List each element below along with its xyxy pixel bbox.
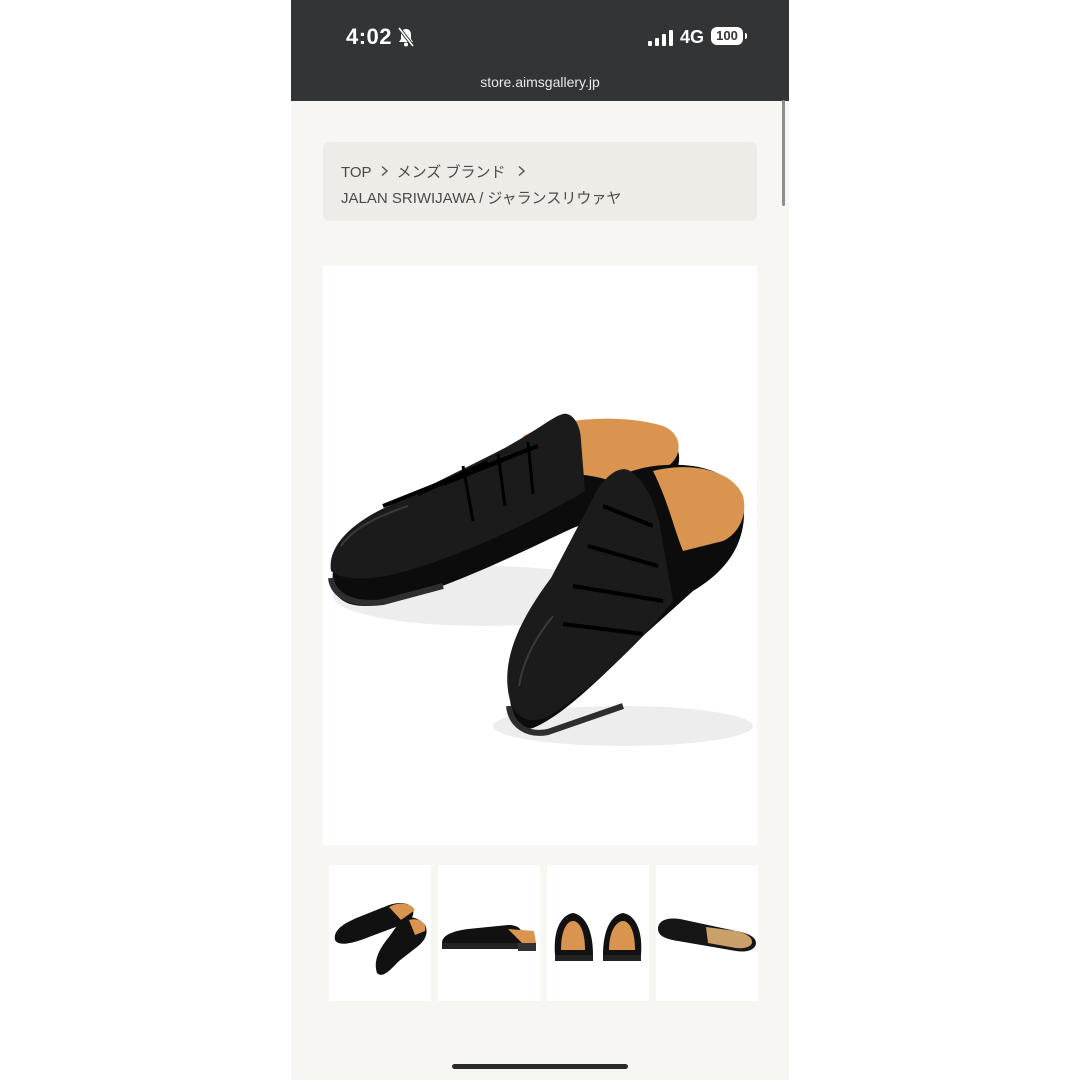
thumbnail-strip [329,865,758,1001]
sandal-pair-illustration [328,413,753,746]
page-scrollbar[interactable] [782,100,785,206]
thumbnail-image [658,918,756,952]
thumbnail-back[interactable] [547,865,649,1001]
home-indicator[interactable] [452,1064,628,1069]
thumbnail-pair-angled[interactable] [329,865,431,1001]
status-bar: 4:02 4G 100 store.aimsgallery.jp [291,0,789,101]
thumbnail-side[interactable] [438,865,540,1001]
phone-screen: 4:02 4G 100 store.aimsgallery.jp TOP メンズ… [291,0,789,1080]
breadcrumb-item-top[interactable]: TOP [341,164,372,181]
thumbnail-image [554,913,642,961]
status-time: 4:02 [346,24,393,49]
battery-tip [745,33,747,39]
thumbnail-image [442,925,536,951]
url-bar[interactable]: store.aimsgallery.jp [291,74,789,90]
signal-icon [648,30,673,46]
thumbnail-image [334,902,427,975]
bell-slash-icon [397,27,415,47]
network-type: 4G [680,27,705,47]
breadcrumb-item-mens-brand[interactable]: メンズ ブランド [397,164,506,181]
breadcrumb: TOP メンズ ブランド JALAN SRIWIJAWA / ジャランスリウァヤ [323,142,757,221]
battery-icon: 100 [711,27,747,47]
breadcrumb-item-brand[interactable]: JALAN SRIWIJAWA / ジャランスリウァヤ [341,190,621,207]
product-main-image[interactable] [323,266,757,845]
chevron-right-icon [380,164,389,181]
chevron-right-icon [517,164,526,181]
battery-level: 100 [711,27,743,45]
thumbnail-sole[interactable] [656,865,758,1001]
